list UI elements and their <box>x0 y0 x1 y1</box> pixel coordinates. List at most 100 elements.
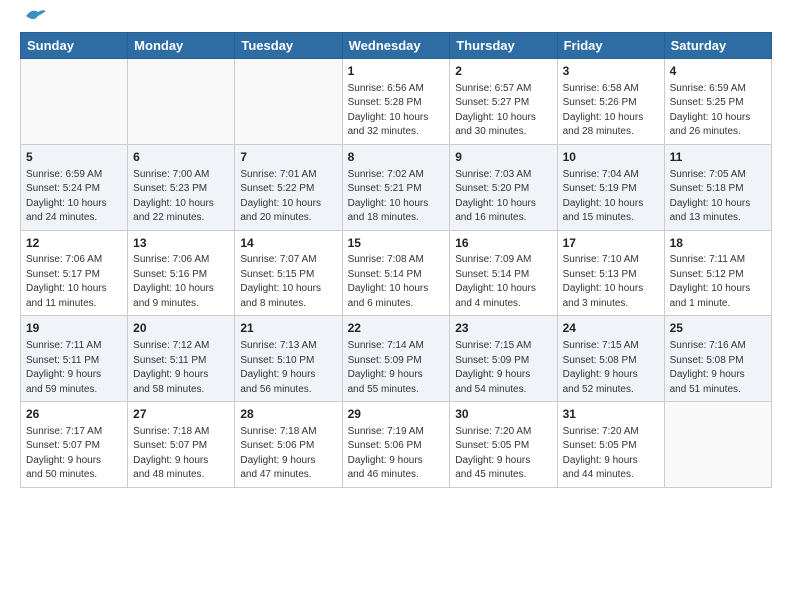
day-info: Sunrise: 7:13 AMSunset: 5:10 PMDaylight:… <box>240 339 336 397</box>
day-number: 17 <box>563 235 659 252</box>
day-number: 31 <box>563 406 659 423</box>
calendar-cell: 10Sunrise: 7:04 AMSunset: 5:19 PMDayligh… <box>557 144 664 230</box>
day-number: 7 <box>240 149 336 166</box>
logo <box>20 16 46 24</box>
day-number: 22 <box>348 320 445 337</box>
day-info: Sunrise: 7:08 AMSunset: 5:14 PMDaylight:… <box>348 253 445 311</box>
calendar-cell: 12Sunrise: 7:06 AMSunset: 5:17 PMDayligh… <box>21 230 128 316</box>
calendar-cell: 29Sunrise: 7:19 AMSunset: 5:06 PMDayligh… <box>342 402 450 488</box>
day-info: Sunrise: 6:56 AMSunset: 5:28 PMDaylight:… <box>348 82 445 140</box>
calendar-cell: 22 Sunrise: 7:14 AMSunset: 5:09 PMDayligh… <box>342 316 450 402</box>
day-number: 1 <box>348 63 445 80</box>
calendar-cell <box>128 59 235 145</box>
day-number: 15 <box>348 235 445 252</box>
weekday-header-thursday: Thursday <box>450 33 557 59</box>
weekday-header-saturday: Saturday <box>664 33 771 59</box>
calendar-cell: 21 Sunrise: 7:13 AMSunset: 5:10 PMDayligh… <box>235 316 342 402</box>
day-number: 5 <box>26 149 122 166</box>
day-number: 16 <box>455 235 551 252</box>
day-number: 26 <box>26 406 122 423</box>
day-number: 13 <box>133 235 229 252</box>
calendar-cell: 13Sunrise: 7:06 AMSunset: 5:16 PMDayligh… <box>128 230 235 316</box>
calendar-cell: 3Sunrise: 6:58 AMSunset: 5:26 PMDaylight… <box>557 59 664 145</box>
calendar-cell: 2Sunrise: 6:57 AMSunset: 5:27 PMDaylight… <box>450 59 557 145</box>
day-number: 23 <box>455 320 551 337</box>
calendar-cell: 9 Sunrise: 7:03 AMSunset: 5:20 PMDaylight… <box>450 144 557 230</box>
day-number: 12 <box>26 235 122 252</box>
calendar-cell: 24 Sunrise: 7:15 AMSunset: 5:08 PMDayligh… <box>557 316 664 402</box>
calendar-cell: 7Sunrise: 7:01 AMSunset: 5:22 PMDaylight… <box>235 144 342 230</box>
calendar-cell: 15Sunrise: 7:08 AMSunset: 5:14 PMDayligh… <box>342 230 450 316</box>
weekday-header-tuesday: Tuesday <box>235 33 342 59</box>
day-info: Sunrise: 7:14 AMSunset: 5:09 PMDaylight:… <box>348 339 445 397</box>
day-info: Sunrise: 7:16 AMSunset: 5:08 PMDaylight:… <box>670 339 766 397</box>
calendar-table: SundayMondayTuesdayWednesdayThursdayFrid… <box>20 32 772 488</box>
day-info: Sunrise: 6:58 AMSunset: 5:26 PMDaylight:… <box>563 82 659 140</box>
day-number: 11 <box>670 149 766 166</box>
day-info: Sunrise: 7:05 AMSunset: 5:18 PMDaylight:… <box>670 168 766 226</box>
day-info: Sunrise: 7:15 AMSunset: 5:08 PMDaylight:… <box>563 339 659 397</box>
calendar-cell: 26 Sunrise: 7:17 AMSunset: 5:07 PMDayligh… <box>21 402 128 488</box>
calendar-week-2: 5 Sunrise: 6:59 AMSunset: 5:24 PMDaylight… <box>21 144 772 230</box>
calendar-cell: 20Sunrise: 7:12 AMSunset: 5:11 PMDayligh… <box>128 316 235 402</box>
calendar-week-5: 26 Sunrise: 7:17 AMSunset: 5:07 PMDayligh… <box>21 402 772 488</box>
day-info: Sunrise: 6:59 AMSunset: 5:24 PMDaylight:… <box>26 168 122 226</box>
day-info: Sunrise: 7:02 AMSunset: 5:21 PMDaylight:… <box>348 168 445 226</box>
weekday-header-monday: Monday <box>128 33 235 59</box>
logo-bird-icon <box>24 8 46 24</box>
day-info: Sunrise: 7:18 AMSunset: 5:06 PMDaylight:… <box>240 425 336 483</box>
header <box>20 16 772 24</box>
calendar-cell: 19 Sunrise: 7:11 AMSunset: 5:11 PMDayligh… <box>21 316 128 402</box>
weekday-header-friday: Friday <box>557 33 664 59</box>
day-info: Sunrise: 7:07 AMSunset: 5:15 PMDaylight:… <box>240 253 336 311</box>
day-info: Sunrise: 7:11 AMSunset: 5:11 PMDaylight:… <box>26 339 122 397</box>
day-info: Sunrise: 7:09 AMSunset: 5:14 PMDaylight:… <box>455 253 551 311</box>
weekday-header-wednesday: Wednesday <box>342 33 450 59</box>
day-number: 8 <box>348 149 445 166</box>
calendar-cell: 27Sunrise: 7:18 AMSunset: 5:07 PMDayligh… <box>128 402 235 488</box>
calendar-cell: 25 Sunrise: 7:16 AMSunset: 5:08 PMDayligh… <box>664 316 771 402</box>
calendar-cell: 17Sunrise: 7:10 AMSunset: 5:13 PMDayligh… <box>557 230 664 316</box>
calendar-cell: 5 Sunrise: 6:59 AMSunset: 5:24 PMDaylight… <box>21 144 128 230</box>
day-info: Sunrise: 7:10 AMSunset: 5:13 PMDaylight:… <box>563 253 659 311</box>
calendar-week-1: 1 Sunrise: 6:56 AMSunset: 5:28 PMDaylight… <box>21 59 772 145</box>
day-number: 14 <box>240 235 336 252</box>
calendar-cell: 30Sunrise: 7:20 AMSunset: 5:05 PMDayligh… <box>450 402 557 488</box>
day-info: Sunrise: 7:04 AMSunset: 5:19 PMDaylight:… <box>563 168 659 226</box>
day-info: Sunrise: 7:06 AMSunset: 5:16 PMDaylight:… <box>133 253 229 311</box>
day-info: Sunrise: 7:20 AMSunset: 5:05 PMDaylight:… <box>563 425 659 483</box>
day-number: 18 <box>670 235 766 252</box>
calendar-header-row: SundayMondayTuesdayWednesdayThursdayFrid… <box>21 33 772 59</box>
calendar-cell <box>235 59 342 145</box>
calendar-cell: 23 Sunrise: 7:15 AMSunset: 5:09 PMDayligh… <box>450 316 557 402</box>
day-number: 9 <box>455 149 551 166</box>
day-info: Sunrise: 7:03 AMSunset: 5:20 PMDaylight:… <box>455 168 551 226</box>
day-number: 24 <box>563 320 659 337</box>
day-number: 19 <box>26 320 122 337</box>
calendar-cell: 11 Sunrise: 7:05 AMSunset: 5:18 PMDayligh… <box>664 144 771 230</box>
calendar-cell: 31 Sunrise: 7:20 AMSunset: 5:05 PMDayligh… <box>557 402 664 488</box>
calendar-cell: 18Sunrise: 7:11 AMSunset: 5:12 PMDayligh… <box>664 230 771 316</box>
day-info: Sunrise: 7:19 AMSunset: 5:06 PMDaylight:… <box>348 425 445 483</box>
weekday-header-sunday: Sunday <box>21 33 128 59</box>
calendar-cell: 14Sunrise: 7:07 AMSunset: 5:15 PMDayligh… <box>235 230 342 316</box>
page: SundayMondayTuesdayWednesdayThursdayFrid… <box>0 0 792 504</box>
day-number: 21 <box>240 320 336 337</box>
day-info: Sunrise: 7:15 AMSunset: 5:09 PMDaylight:… <box>455 339 551 397</box>
day-info: Sunrise: 7:11 AMSunset: 5:12 PMDaylight:… <box>670 253 766 311</box>
day-info: Sunrise: 7:18 AMSunset: 5:07 PMDaylight:… <box>133 425 229 483</box>
calendar-cell <box>664 402 771 488</box>
calendar-cell <box>21 59 128 145</box>
day-info: Sunrise: 7:17 AMSunset: 5:07 PMDaylight:… <box>26 425 122 483</box>
day-number: 30 <box>455 406 551 423</box>
day-info: Sunrise: 7:00 AMSunset: 5:23 PMDaylight:… <box>133 168 229 226</box>
day-info: Sunrise: 7:06 AMSunset: 5:17 PMDaylight:… <box>26 253 122 311</box>
calendar-cell: 6 Sunrise: 7:00 AMSunset: 5:23 PMDaylight… <box>128 144 235 230</box>
day-number: 20 <box>133 320 229 337</box>
day-info: Sunrise: 6:59 AMSunset: 5:25 PMDaylight:… <box>670 82 766 140</box>
calendar-cell: 28Sunrise: 7:18 AMSunset: 5:06 PMDayligh… <box>235 402 342 488</box>
day-number: 6 <box>133 149 229 166</box>
day-number: 2 <box>455 63 551 80</box>
calendar-week-3: 12Sunrise: 7:06 AMSunset: 5:17 PMDayligh… <box>21 230 772 316</box>
day-number: 25 <box>670 320 766 337</box>
